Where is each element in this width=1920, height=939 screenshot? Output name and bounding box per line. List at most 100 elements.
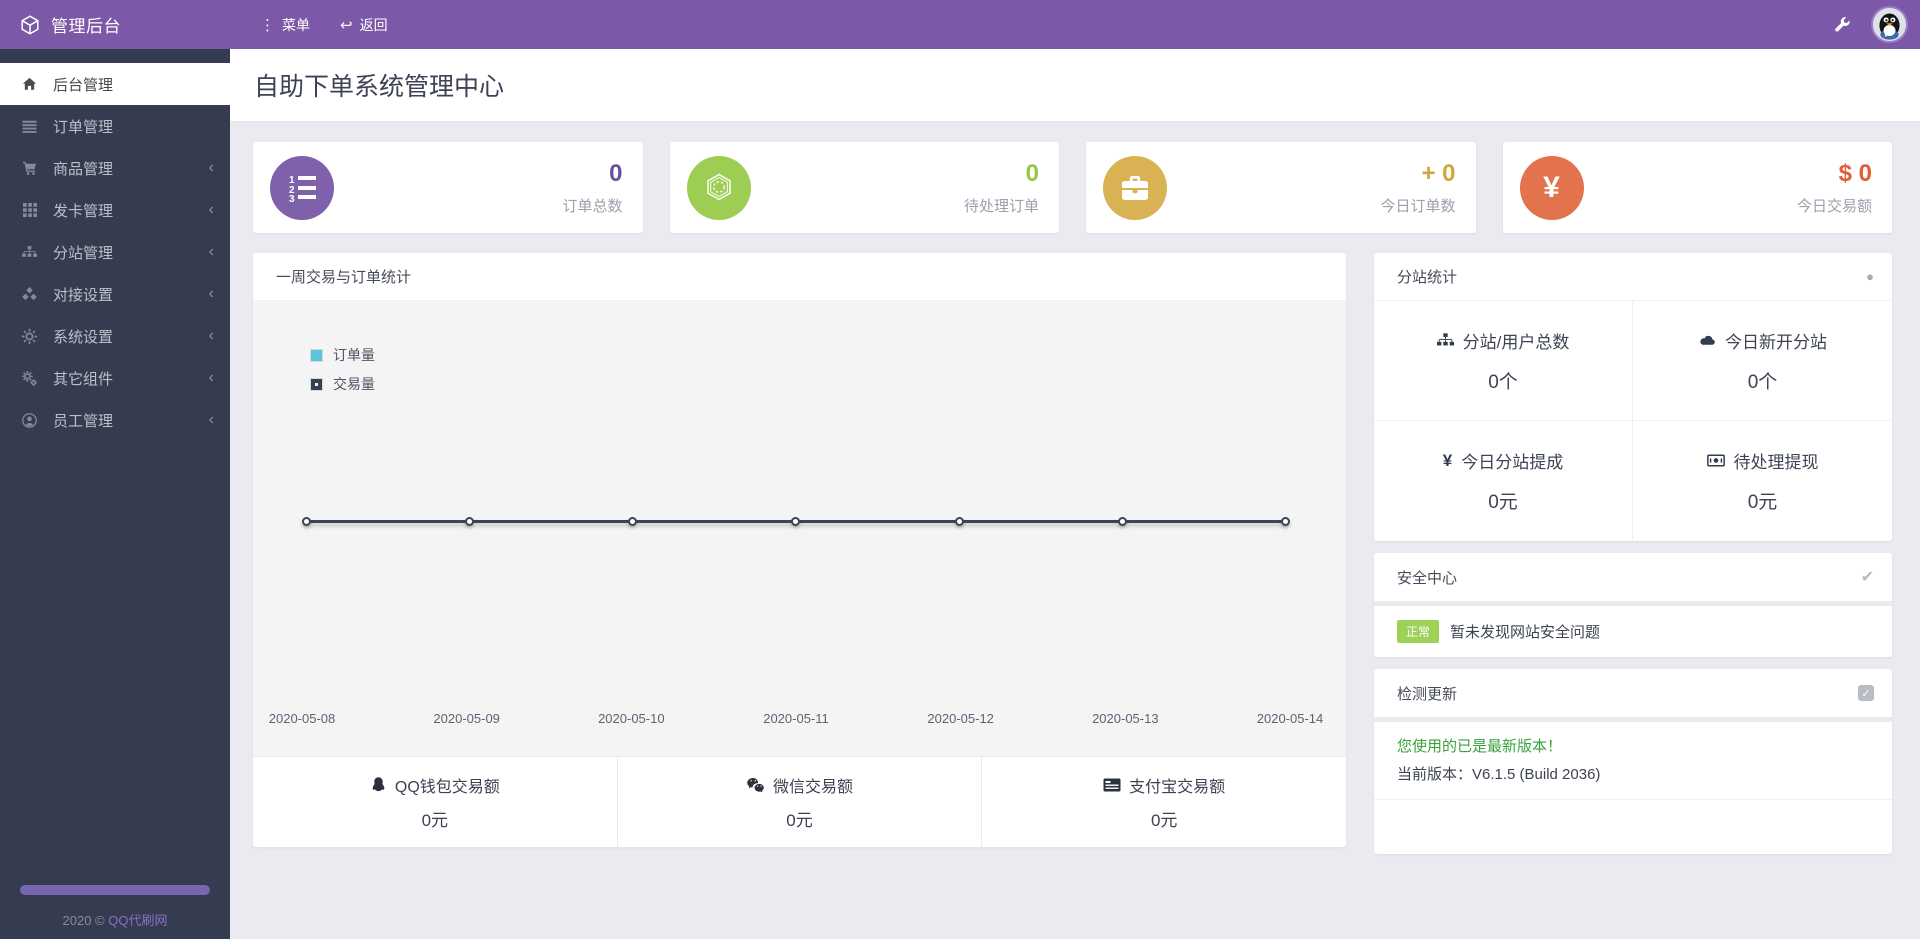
x-tick-label: 2020-05-11 — [763, 711, 829, 726]
avatar[interactable] — [1871, 6, 1908, 43]
stat-value: 0 — [609, 159, 623, 187]
substation-cell-label: 今日新开分站 — [1725, 332, 1827, 352]
update-status-text: 您使用的已是最新版本！ — [1397, 738, 1563, 755]
briefcase-icon — [1103, 155, 1167, 220]
right-column: 分站统计 ● 分站/用户总数 0个 今日新开分站 0个 ¥ 今日分站提成 0元 … — [1374, 253, 1892, 854]
collapse-circle-icon[interactable]: ● — [1866, 269, 1874, 284]
sidebar-item-settings[interactable]: 系统设置 ‹ — [0, 315, 230, 357]
stat-card-3: + 0 今日订单数 — [1086, 142, 1476, 233]
payment-cell-alipay: 支付宝交易额 0元 — [982, 757, 1346, 847]
stat-cards-row: 1 2 3 0 订单总数 0 待处理订单 + 0 今日订单数 ¥ $ 0 今日交… — [253, 142, 1892, 233]
sidebar-item-label: 发卡管理 — [53, 202, 114, 220]
chart-card-header: 一周交易与订单统计 — [253, 253, 1346, 301]
data-point — [1117, 517, 1127, 526]
wrench-icon[interactable] — [1834, 16, 1851, 33]
sidebar-item-integration[interactable]: 对接设置 ‹ — [0, 273, 230, 315]
legend-swatch-volume — [310, 377, 323, 391]
chevron-left-icon: ‹ — [208, 243, 214, 260]
payment-value: 0元 — [1150, 811, 1178, 830]
sidebar-item-staff[interactable]: 员工管理 ‹ — [0, 399, 230, 441]
vertical-dots-icon: ⋮ — [260, 16, 275, 34]
sidebar-item-label: 订单管理 — [53, 118, 114, 136]
update-version-text: 当前版本：V6.1.5 (Build 2036) — [1397, 766, 1601, 783]
security-card-title: 安全中心 — [1397, 569, 1458, 587]
substation-card-header: 分站统计 ● — [1374, 253, 1892, 301]
substation-cell-value: 0个 — [1488, 371, 1518, 393]
chevron-left-icon: ‹ — [208, 159, 214, 176]
stat-label: 今日交易额 — [1796, 197, 1872, 215]
security-message: 暂未发现网站安全问题 — [1450, 624, 1601, 641]
menu-toggle-button[interactable]: ⋮ 菜单 — [260, 15, 310, 35]
legend-item-volume[interactable]: 交易量 — [310, 374, 375, 394]
stat-label: 今日订单数 — [1380, 197, 1456, 215]
svg-text:3: 3 — [289, 194, 295, 202]
main-area: 自助下单系统管理中心 1 2 3 0 订单总数 0 待处理订单 + 0 今日订单… — [230, 49, 1920, 939]
sidebar-item-substations[interactable]: 分站管理 ‹ — [0, 231, 230, 273]
sidebar-item-components[interactable]: 其它组件 ‹ — [0, 357, 230, 399]
legend-swatch-orders — [310, 348, 323, 362]
back-label: 返回 — [359, 16, 388, 33]
sidebar-item-orders[interactable]: 订单管理 — [0, 105, 230, 147]
qq-icon — [370, 776, 387, 795]
back-button[interactable]: ↩ 返回 — [340, 15, 388, 35]
sidebar-item-label: 系统设置 — [53, 328, 114, 346]
x-tick-label: 2020-05-09 — [433, 711, 500, 726]
stat-card-1: 1 2 3 0 订单总数 — [253, 142, 643, 233]
substation-cell-label: 今日分站提成 — [1461, 453, 1564, 472]
payment-cell-qq: QQ钱包交易额 0元 — [253, 757, 618, 847]
data-point — [465, 517, 475, 526]
chart-card: 一周交易与订单统计 订单量 交易量 2020-05-08 2020-05-09 … — [253, 253, 1346, 847]
substation-cell-withdrawals: 待处理提现 0元 — [1633, 421, 1892, 541]
substation-card-title: 分站统计 — [1397, 269, 1458, 286]
chevron-left-icon: ‹ — [208, 411, 214, 428]
stat-card-2: 0 待处理订单 — [669, 142, 1059, 233]
sitemap-icon — [20, 246, 39, 258]
sidebar-item-dashboard[interactable]: 后台管理 — [0, 63, 230, 105]
substation-cell-total: 分站/用户总数 0个 — [1374, 301, 1633, 421]
home-icon — [20, 77, 39, 91]
security-card: 安全中心 ✔ 正常 暂未发现网站安全问题 — [1374, 553, 1892, 657]
substation-cell-value: 0个 — [1747, 371, 1778, 393]
x-tick-label: 2020-05-14 — [1256, 711, 1324, 726]
footer-link[interactable]: QQ代刷网 — [108, 913, 167, 928]
grid-icon — [20, 203, 39, 217]
update-card-header: 检测更新 ✓ — [1374, 669, 1892, 717]
sidebar-item-products[interactable]: 商品管理 ‹ — [0, 147, 230, 189]
sidebar-item-cards[interactable]: 发卡管理 ‹ — [0, 189, 230, 231]
stat-card-4: ¥ $ 0 今日交易额 — [1502, 142, 1892, 233]
legend-label: 订单量 — [333, 347, 375, 363]
update-card-title: 检测更新 — [1397, 685, 1458, 703]
substation-cell-commission: ¥ 今日分站提成 0元 — [1374, 421, 1633, 541]
x-tick-label: 2020-05-10 — [598, 711, 665, 726]
gear-icon — [20, 328, 39, 344]
security-status-row: 正常 暂未发现网站安全问题 — [1374, 606, 1892, 657]
status-badge: 正常 — [1397, 620, 1440, 643]
check-icon[interactable]: ✔ — [1861, 567, 1874, 587]
sidebar-accent-bar — [20, 885, 210, 895]
x-tick-label: 2020-05-13 — [1092, 711, 1159, 726]
chart-plot-area: 订单量 交易量 2020-05-08 2020-05-09 2020-05-10… — [253, 301, 1346, 756]
sidebar-footer: 2020 © QQ代刷网 — [0, 885, 230, 929]
payment-label: 微信交易额 — [773, 779, 854, 796]
user-circle-icon — [20, 412, 39, 428]
legend-item-orders[interactable]: 订单量 — [310, 345, 375, 365]
menu-toggle-label: 菜单 — [282, 16, 310, 33]
x-tick-label: 2020-05-08 — [268, 711, 336, 726]
payment-cell-wechat: 微信交易额 0元 — [618, 757, 983, 847]
cloud-icon — [1698, 334, 1716, 347]
sidebar-item-label: 分站管理 — [53, 244, 114, 262]
checkbox-icon[interactable]: ✓ — [1858, 685, 1874, 701]
stat-label: 待处理订单 — [963, 197, 1039, 215]
data-point — [628, 517, 638, 526]
security-card-header: 安全中心 ✔ — [1374, 553, 1892, 601]
reply-arrow-icon: ↩ — [340, 16, 353, 34]
chart-legend: 订单量 交易量 — [310, 345, 375, 403]
data-point — [1280, 517, 1290, 526]
data-point — [954, 517, 964, 526]
topbar: 管理后台 ⋮ 菜单 ↩ 返回 — [0, 0, 1920, 49]
substation-cell-label: 待处理提现 — [1733, 453, 1819, 472]
brand[interactable]: 管理后台 — [0, 12, 230, 37]
page-title: 自助下单系统管理中心 — [254, 73, 505, 101]
data-point — [791, 517, 801, 526]
substation-cell-value: 0元 — [1747, 492, 1778, 513]
